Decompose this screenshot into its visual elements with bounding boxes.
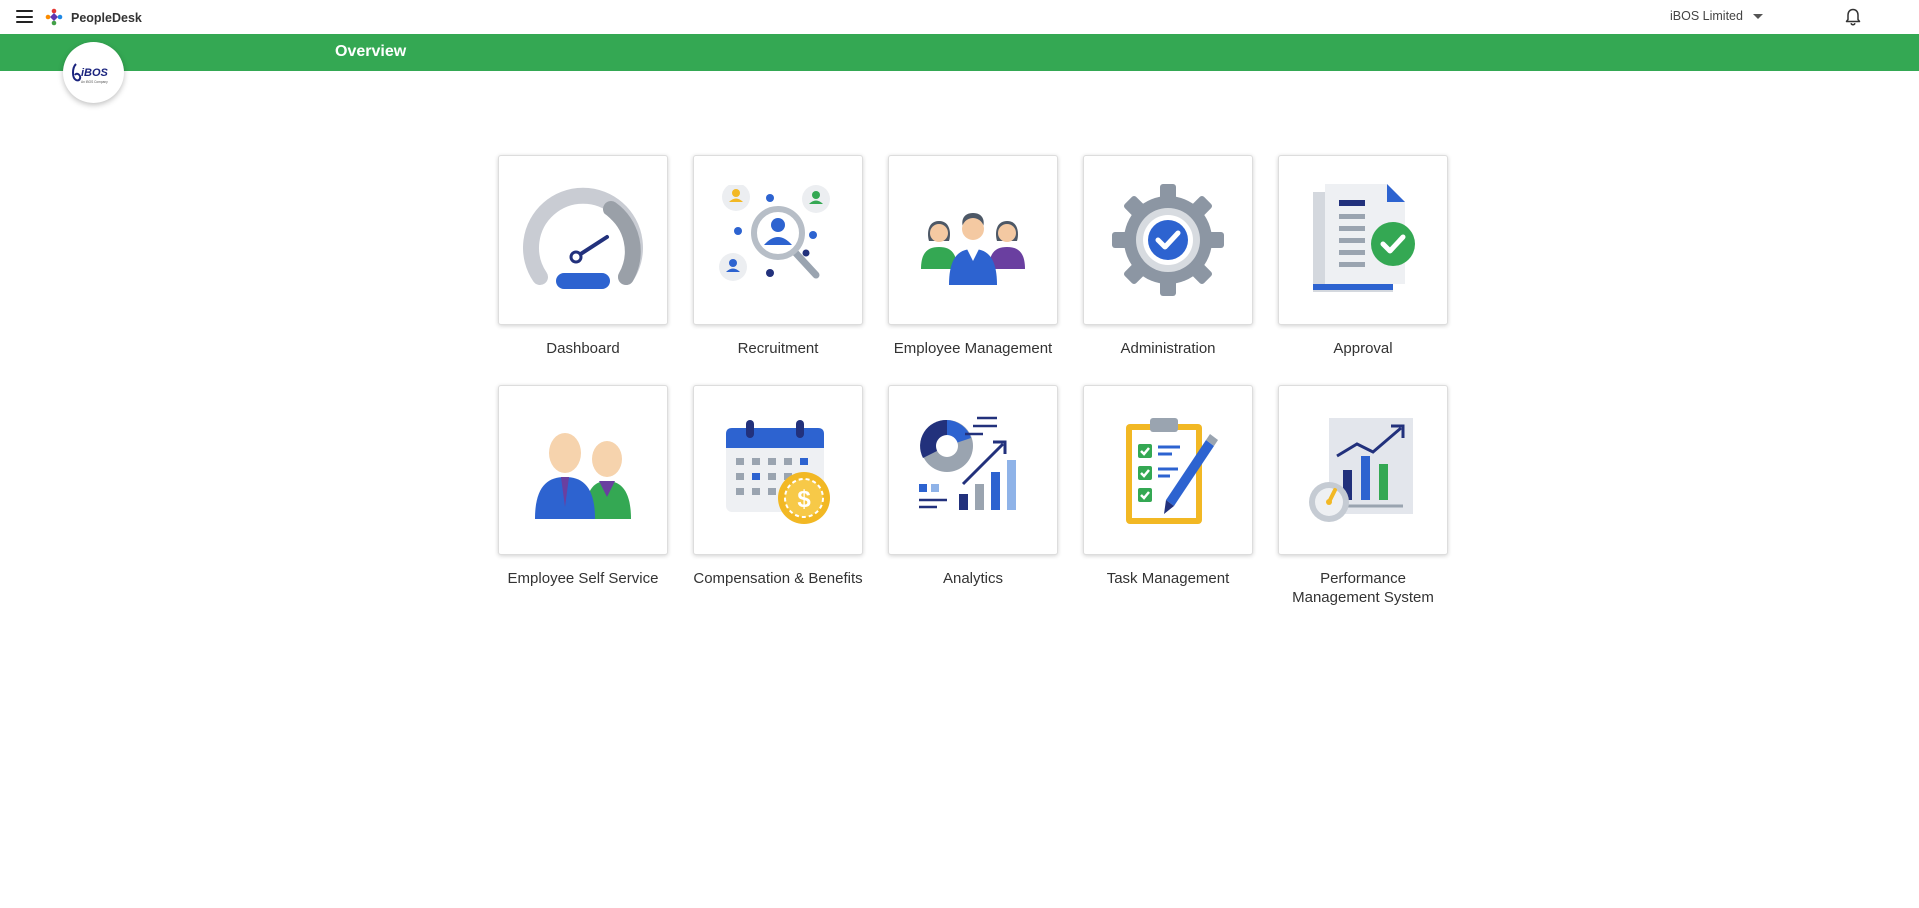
ibos-logo-icon: iBOS An iBOS Company bbox=[71, 62, 109, 84]
module-tile-performance-management[interactable]: Performance Management System bbox=[1278, 385, 1448, 607]
module-tile-administration[interactable]: Administration bbox=[1083, 155, 1253, 358]
module-card[interactable] bbox=[1278, 155, 1448, 325]
module-card[interactable] bbox=[1278, 385, 1448, 555]
speedometer-icon bbox=[523, 187, 643, 289]
module-label: Dashboard bbox=[546, 340, 620, 357]
module-card[interactable]: $ bbox=[693, 385, 863, 555]
page-header-bar bbox=[0, 34, 1919, 71]
module-card[interactable] bbox=[888, 155, 1058, 325]
document-approved-icon bbox=[1313, 184, 1415, 292]
team-icon bbox=[921, 213, 1025, 285]
module-label: Analytics bbox=[942, 570, 1004, 587]
analytics-chart-icon bbox=[919, 416, 1016, 510]
module-label: Recruitment bbox=[737, 340, 819, 357]
top-navbar: PeopleDesk iBOS Limited bbox=[0, 0, 1919, 34]
menu-icon[interactable] bbox=[16, 10, 33, 23]
module-card[interactable] bbox=[888, 385, 1058, 555]
module-tile-approval[interactable]: Approval bbox=[1278, 155, 1448, 358]
module-tile-employee-management[interactable]: Employee Management bbox=[888, 155, 1058, 358]
organization-logo: iBOS An iBOS Company bbox=[63, 42, 124, 103]
module-tile-recruitment[interactable]: Recruitment bbox=[693, 155, 863, 358]
module-tile-compensation-benefits[interactable]: $ Compensation & Benefits bbox=[693, 385, 863, 588]
module-label: Compensation & Benefits bbox=[693, 570, 863, 587]
organization-selector[interactable]: iBOS Limited bbox=[1670, 9, 1763, 23]
module-label: Employee Self Service bbox=[507, 570, 659, 587]
calendar-coin-icon: $ bbox=[726, 420, 830, 524]
peopledesk-logo-icon bbox=[45, 8, 63, 26]
module-card[interactable] bbox=[498, 385, 668, 555]
module-card[interactable] bbox=[1083, 155, 1253, 325]
candidate-search-icon bbox=[719, 185, 830, 281]
module-tile-dashboard[interactable]: Dashboard bbox=[498, 155, 668, 358]
performance-chart-icon bbox=[1309, 418, 1413, 522]
module-label: Approval bbox=[1333, 340, 1393, 357]
module-card[interactable] bbox=[1083, 385, 1253, 555]
module-label: Administration bbox=[1120, 340, 1216, 357]
module-label: Task Management bbox=[1106, 570, 1230, 587]
gear-check-icon bbox=[1112, 184, 1224, 296]
module-card[interactable] bbox=[693, 155, 863, 325]
organization-name: iBOS Limited bbox=[1670, 9, 1743, 23]
module-tile-analytics[interactable]: Analytics bbox=[888, 385, 1058, 588]
svg-text:iBOS: iBOS bbox=[81, 67, 109, 79]
employees-icon bbox=[535, 433, 631, 519]
svg-text:$: $ bbox=[797, 486, 811, 513]
module-label: Performance Management System bbox=[1292, 570, 1434, 606]
clipboard-checklist-icon bbox=[1126, 418, 1218, 524]
module-tile-task-management[interactable]: Task Management bbox=[1083, 385, 1253, 588]
caret-down-icon bbox=[1752, 13, 1763, 19]
module-card[interactable] bbox=[498, 155, 668, 325]
notification-bell-icon[interactable] bbox=[1843, 7, 1863, 27]
svg-text:An iBOS Company: An iBOS Company bbox=[81, 80, 108, 84]
page-title: Overview bbox=[335, 43, 407, 60]
module-tile-employee-self-service[interactable]: Employee Self Service bbox=[498, 385, 668, 588]
app-name: PeopleDesk bbox=[71, 11, 142, 25]
module-label: Employee Management bbox=[893, 340, 1053, 357]
